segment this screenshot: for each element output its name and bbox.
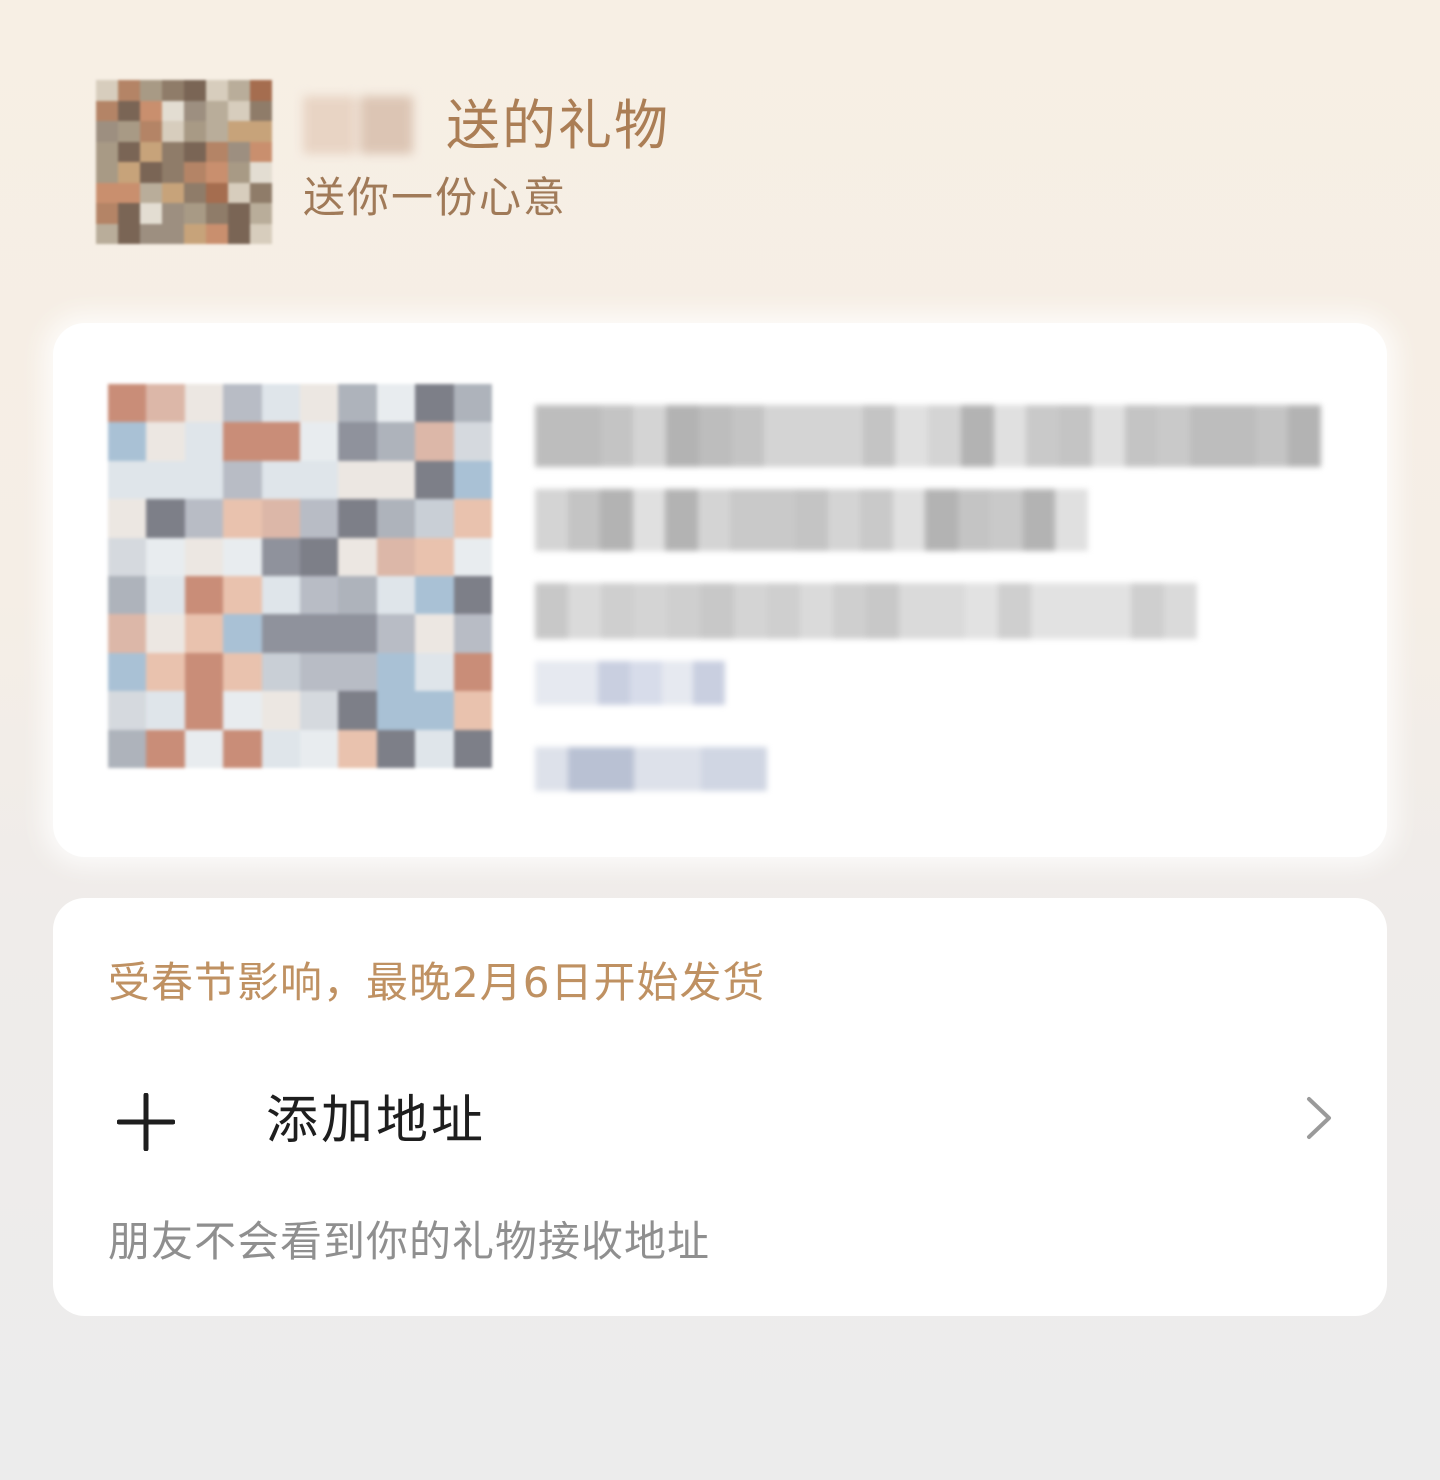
product-meta-redacted [535,661,725,705]
privacy-note: 朋友不会看到你的礼物接收地址 [108,1217,711,1266]
gift-header: 送的礼物 送你一份心意 [96,80,1346,245]
chevron-right-icon [1307,1097,1331,1139]
add-address-button[interactable]: 添加地址 [108,1068,1334,1178]
add-address-label: 添加地址 [266,1091,487,1151]
address-card: 受春节影响，最晚2月6日开始发货 添加地址 朋友不会看到你的礼物接收地址 [53,898,1387,1316]
product-image [108,384,492,768]
product-card[interactable] [53,323,1387,857]
shipping-notice: 受春节影响，最晚2月6日开始发货 [108,958,766,1007]
sender-name-redacted [303,96,413,154]
gift-subtitle: 送你一份心意 [303,173,568,222]
product-title-line-1-redacted [535,405,1321,467]
product-spec-redacted [535,583,1197,639]
product-title-line-2-redacted [535,489,1088,551]
plus-icon [117,1093,175,1151]
gift-title: 送的礼物 [446,94,670,157]
product-price-redacted [535,747,767,791]
sender-avatar [96,80,272,244]
